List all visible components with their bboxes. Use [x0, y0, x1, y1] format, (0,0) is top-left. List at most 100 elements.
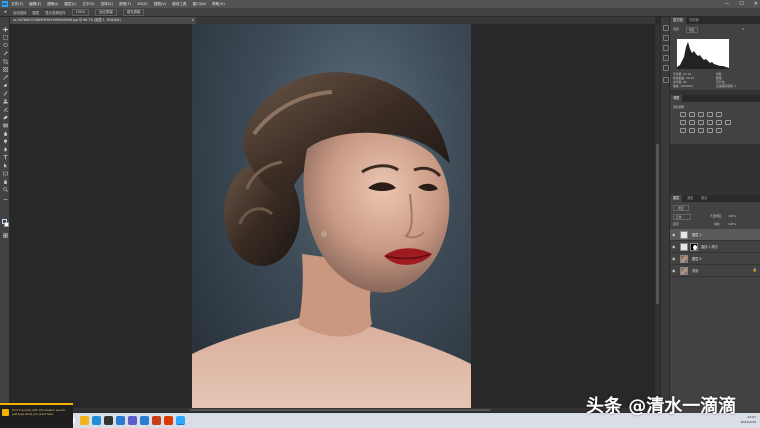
opacity-value[interactable]: 100% — [728, 214, 736, 218]
vibrance-icon[interactable] — [716, 112, 722, 117]
layer-row[interactable]: ◉ 图层 0 — [670, 253, 760, 265]
hand-tool-icon[interactable] — [2, 179, 8, 184]
fill-value[interactable]: 100% — [728, 222, 736, 226]
quick-mask-icon[interactable] — [2, 233, 8, 238]
dodge-tool-icon[interactable] — [2, 139, 8, 144]
tab-histogram[interactable]: 直方图 — [670, 17, 686, 24]
zoom-tool-icon[interactable] — [2, 187, 8, 192]
refresh-icon[interactable]: ⟳ — [742, 27, 744, 31]
blur-tool-icon[interactable] — [2, 131, 8, 136]
color-lookup-icon[interactable] — [725, 120, 731, 125]
crop-tool-icon[interactable] — [2, 59, 8, 64]
exposure-icon[interactable] — [707, 112, 713, 117]
quick-select-tool-icon[interactable] — [2, 51, 8, 56]
threshold-icon[interactable] — [698, 128, 704, 133]
minimize-button[interactable]: — — [724, 1, 729, 7]
outlook-icon[interactable] — [140, 416, 149, 425]
teams-icon[interactable] — [128, 416, 137, 425]
auto-select-target[interactable]: 图层 — [32, 10, 39, 15]
clone-stamp-tool-icon[interactable] — [2, 99, 8, 104]
menu-filter[interactable]: 滤镜(T) — [119, 2, 131, 7]
posterize-icon[interactable] — [689, 128, 695, 133]
selective-color-icon[interactable] — [716, 128, 722, 133]
menu-layer[interactable]: 图层(L) — [64, 2, 76, 7]
invert-icon[interactable] — [680, 128, 686, 133]
notification-toast[interactable]: Find it quickly with the taskbar search:… — [0, 403, 73, 428]
layer-mask-thumbnail[interactable] — [690, 243, 698, 251]
levels-icon[interactable] — [689, 112, 695, 117]
portrait-photo[interactable] — [192, 24, 471, 408]
healing-brush-tool-icon[interactable] — [2, 83, 8, 88]
pen-tool-icon[interactable] — [2, 147, 8, 152]
character-panel-icon[interactable] — [663, 55, 669, 61]
channel-mixer-icon[interactable] — [716, 120, 722, 125]
tab-adjustments[interactable]: 调整 — [670, 95, 683, 102]
office-icon[interactable] — [164, 416, 173, 425]
more-tools-icon[interactable] — [2, 197, 8, 202]
layer-row[interactable]: ◉ 图层 1 — [670, 229, 760, 241]
close-tab-icon[interactable]: × — [191, 17, 194, 24]
swatches-panel-icon[interactable] — [663, 77, 669, 83]
rectangle-tool-icon[interactable] — [2, 171, 8, 176]
tab-paths[interactable]: 路径 — [698, 195, 710, 202]
layer-kind-filter[interactable]: 类型 — [673, 205, 689, 211]
brightness-icon[interactable] — [680, 112, 686, 117]
brush-tool-icon[interactable] — [2, 91, 8, 96]
visibility-eye-icon[interactable]: ◉ — [672, 268, 677, 273]
maximize-button[interactable]: ☐ — [739, 1, 743, 7]
document-tab[interactable]: vc-9478d0131f6f9f4f0e7ef9b5d95e8.jpg @ 6… — [10, 17, 196, 24]
marquee-tool-icon[interactable] — [2, 35, 8, 40]
move-tool-icon[interactable]: ✥ — [4, 10, 7, 14]
history-panel-icon[interactable] — [663, 25, 669, 31]
powerpoint-icon[interactable] — [152, 416, 161, 425]
horizontal-scrollbar[interactable] — [10, 408, 655, 412]
menu-3d[interactable]: 3D(D) — [137, 2, 148, 6]
curves-icon[interactable] — [698, 112, 704, 117]
close-button[interactable]: ✕ — [754, 1, 758, 7]
word-icon[interactable] — [116, 416, 125, 425]
menu-edit[interactable]: 编辑(E) — [29, 2, 41, 7]
file-explorer-icon[interactable] — [80, 416, 89, 425]
scrollbar-thumb[interactable] — [656, 144, 659, 304]
visibility-eye-icon[interactable]: ◉ — [672, 256, 677, 261]
gradient-tool-icon[interactable] — [2, 123, 8, 128]
tab-channels[interactable]: 通道 — [684, 195, 696, 202]
properties-panel-icon[interactable] — [663, 35, 669, 41]
tab-navigator[interactable]: 导航器 — [686, 17, 702, 24]
edge-icon[interactable] — [92, 416, 101, 425]
photoshop-taskbar-icon[interactable] — [176, 416, 185, 425]
black-white-icon[interactable] — [698, 120, 704, 125]
eraser-tool-icon[interactable] — [2, 115, 8, 120]
gradient-map-icon[interactable] — [707, 128, 713, 133]
fit-screen-button[interactable]: 适合屏幕 — [95, 8, 117, 16]
zoom-100-button[interactable]: 100% — [71, 8, 90, 16]
eyedropper-tool-icon[interactable] — [2, 75, 8, 80]
move-tool-icon[interactable] — [2, 27, 8, 32]
menu-type[interactable]: 文字(Y) — [82, 2, 94, 7]
photo-filter-icon[interactable] — [707, 120, 713, 125]
lasso-tool-icon[interactable] — [2, 43, 8, 48]
show-transform-controls[interactable]: 显示变换控件 — [45, 10, 65, 15]
visibility-eye-icon[interactable]: ◉ — [672, 244, 677, 249]
history-brush-tool-icon[interactable] — [2, 107, 8, 112]
menu-window[interactable]: 窗口(W) — [193, 2, 207, 7]
blend-mode-select[interactable]: 正常 — [673, 214, 691, 220]
layer-row[interactable]: ◉ 曲线 1 拷贝 — [670, 241, 760, 253]
auto-select-checkbox[interactable]: 自动选择 — [13, 10, 27, 15]
frame-tool-icon[interactable] — [2, 67, 8, 72]
menu-file[interactable]: 文件(F) — [11, 2, 23, 7]
tab-layers[interactable]: 图层 — [670, 195, 683, 202]
menu-image[interactable]: 图像(I) — [47, 2, 58, 7]
menu-view[interactable]: 视图(V) — [154, 2, 166, 7]
visibility-eye-icon[interactable]: ◉ — [672, 232, 677, 237]
background-color-swatch[interactable] — [4, 222, 9, 227]
color-balance-icon[interactable] — [689, 120, 695, 125]
system-tray[interactable]: 12:01 2023/2/26 — [741, 415, 756, 425]
layer-row[interactable]: ◉ 背景 🔒 — [670, 265, 760, 277]
channel-select[interactable]: 明度 — [686, 27, 698, 33]
fill-screen-button[interactable]: 填充屏幕 — [122, 8, 145, 16]
type-tool-icon[interactable] — [2, 155, 8, 160]
menu-select[interactable]: 选择(S) — [101, 2, 113, 7]
menu-help[interactable]: 帮助(H) — [212, 2, 225, 7]
menu-plugins[interactable]: 增效工具 — [172, 2, 186, 7]
